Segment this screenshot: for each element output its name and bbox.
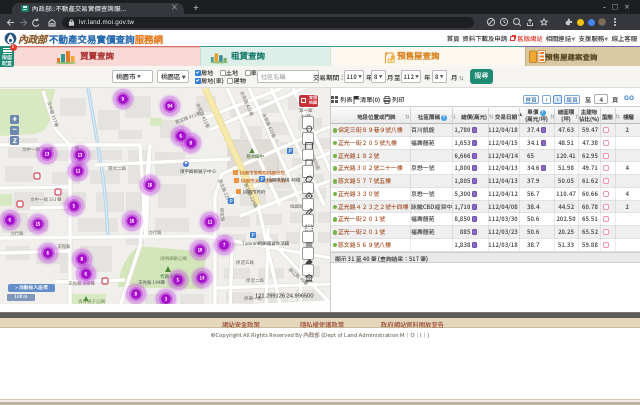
svg-text:5: 5 (176, 278, 179, 284)
svg-text:Taiwan桃園補習生活館: Taiwan桃園補習生活館 (242, 241, 290, 247)
svg-text:桃園市政府: 桃園市政府 (242, 190, 266, 196)
svg-text:桃園停車場 48格: 桃園停車場 48格 (266, 177, 301, 184)
svg-text:15: 15 (36, 222, 41, 228)
svg-text:13: 13 (45, 152, 50, 158)
svg-text:16: 16 (130, 219, 135, 225)
svg-text:11: 11 (208, 220, 213, 226)
svg-text:環宇國際親子中心: 環宇國際親子中心 (179, 168, 216, 175)
svg-text:94: 94 (167, 104, 173, 110)
svg-text:P: P (230, 198, 233, 205)
svg-text:吉祥親子公園: 吉祥親子公園 (78, 298, 105, 305)
svg-text:10: 10 (198, 248, 203, 254)
svg-text:13: 13 (78, 153, 83, 159)
svg-text:P: P (261, 176, 264, 183)
svg-text:力行路: 力行路 (148, 229, 162, 236)
svg-text:11: 11 (76, 169, 81, 175)
svg-text:P: P (289, 148, 292, 155)
svg-text:文中一路 151巷: 文中一路 151巷 (29, 196, 62, 203)
svg-text:保定五路: 保定五路 (235, 259, 254, 266)
svg-text:P: P (252, 232, 255, 239)
svg-text:5: 5 (72, 204, 75, 210)
svg-text:9: 9 (121, 97, 124, 103)
svg-text:慈文國中: 慈文國中 (245, 153, 264, 160)
svg-text:慈文二路: 慈文二路 (107, 165, 126, 172)
svg-text:保定二路: 保定二路 (245, 277, 264, 284)
svg-text:16: 16 (148, 183, 153, 189)
svg-text:121.299126 24.996500: 121.299126 24.996500 (255, 294, 314, 300)
svg-text:陽明運動公園: 陽明運動公園 (160, 255, 187, 262)
svg-text:14: 14 (200, 276, 205, 282)
